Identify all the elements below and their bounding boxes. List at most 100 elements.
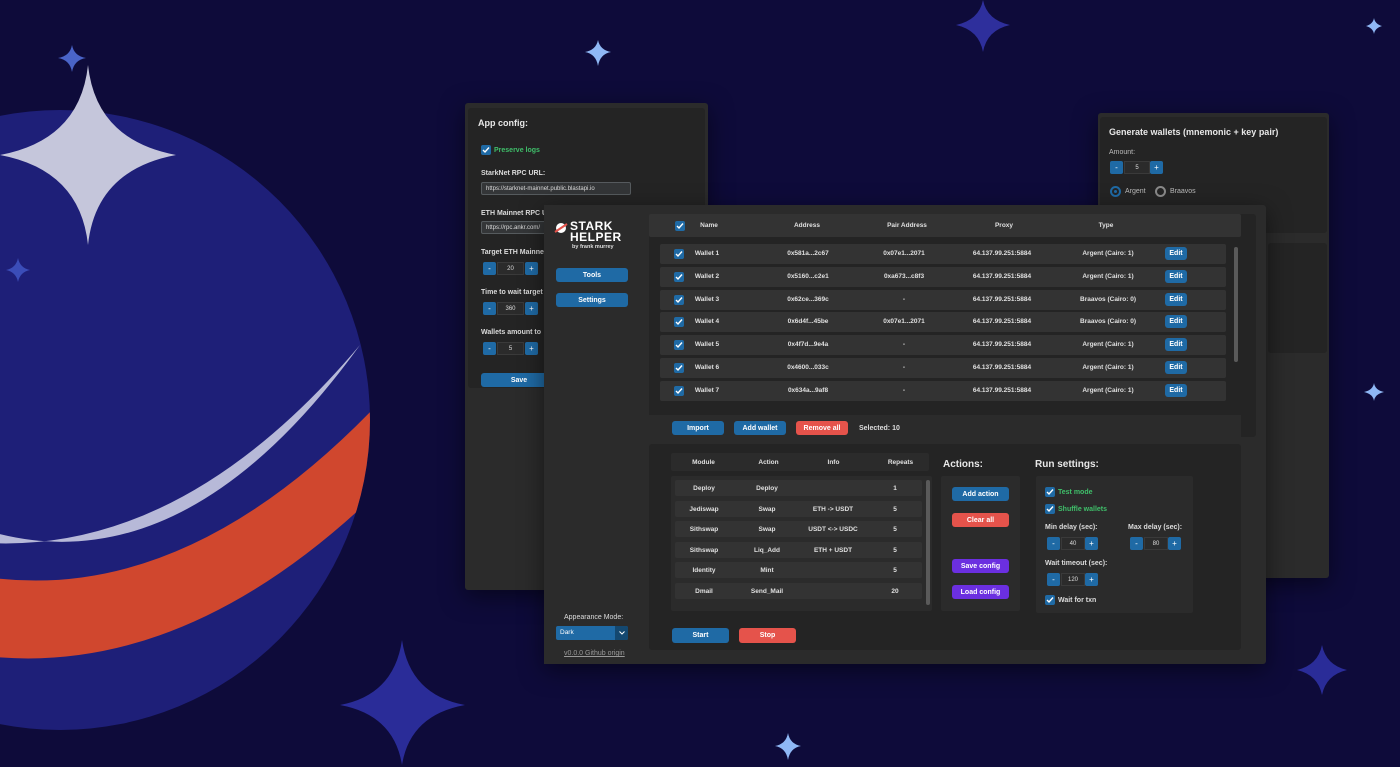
edit-wallet-button[interactable]: Edit xyxy=(1165,292,1187,306)
shuffle-wallets-checkbox[interactable] xyxy=(1045,504,1055,514)
radio-braavos[interactable] xyxy=(1155,186,1166,197)
generate-wallets-lower-panel xyxy=(1268,243,1327,353)
edit-wallet-button[interactable]: Edit xyxy=(1165,338,1187,352)
header-proxy: Proxy xyxy=(994,222,1014,229)
load-config-button[interactable]: Load config xyxy=(952,585,1009,599)
action-info: ETH -> USDT xyxy=(812,505,854,513)
wallet-row[interactable]: Wallet 7 0x634a...9af8 - 64.137.99.251:5884… xyxy=(660,380,1226,401)
time-wait-value[interactable]: 360 xyxy=(497,302,524,315)
edit-wallet-button[interactable]: Edit xyxy=(1165,269,1187,283)
actions-scrollbar[interactable] xyxy=(926,480,930,605)
save-config-button[interactable]: Save config xyxy=(952,559,1009,573)
star-icon xyxy=(1297,645,1347,695)
header-repeats: Repeats xyxy=(887,459,914,466)
wallet-checkbox[interactable] xyxy=(674,249,684,259)
run-settings-panel: Test mode Shuffle wallets Min delay (sec… xyxy=(1036,476,1193,613)
action-row[interactable]: Sithswap Swap USDT <-> USDC 5 xyxy=(675,521,922,538)
shuffle-wallets-label: Shuffle wallets xyxy=(1058,506,1108,513)
starknet-rpc-label: StarkNet RPC URL: xyxy=(481,170,546,177)
max-delay-plus[interactable]: + xyxy=(1168,537,1181,550)
header-module: Module xyxy=(692,459,715,466)
wallet-row[interactable]: Wallet 4 0x6d4f...45be 0x07e1...2071 64.137… xyxy=(660,312,1226,333)
wallets-amount-minus[interactable]: - xyxy=(483,342,496,355)
action-row[interactable]: Dmail Send_Mail 20 xyxy=(675,583,922,599)
logo-line2: HELPER xyxy=(570,230,622,244)
wallet-proxy: 64.137.99.251:5884 xyxy=(972,295,1032,303)
action-row[interactable]: Identity Mint 5 xyxy=(675,562,922,579)
wait-timeout-minus[interactable]: - xyxy=(1047,573,1060,586)
wallets-amount-plus[interactable]: + xyxy=(525,342,538,355)
wallet-row[interactable]: Wallet 3 0x62ce...369c - 64.137.99.251:5884… xyxy=(660,289,1226,310)
wallet-proxy: 64.137.99.251:5884 xyxy=(972,250,1032,257)
edit-wallet-button[interactable]: Edit xyxy=(1165,247,1187,260)
wallet-address: 0x634a...9af8 xyxy=(787,386,829,394)
min-delay-minus[interactable]: - xyxy=(1047,537,1060,550)
import-button[interactable]: Import xyxy=(672,421,724,435)
appearance-select[interactable]: Dark xyxy=(556,626,628,640)
remove-all-button[interactable]: Remove all xyxy=(796,421,848,435)
action-repeats: 5 xyxy=(893,505,897,513)
star-icon xyxy=(1364,383,1384,401)
target-eth-value[interactable]: 20 xyxy=(497,262,524,275)
wait-timeout-value[interactable]: 120 xyxy=(1061,573,1085,586)
target-eth-plus[interactable]: + xyxy=(525,262,538,275)
header-name: Name xyxy=(700,222,718,229)
eth-rpc-input[interactable]: https://rpc.ankr.com/ xyxy=(481,221,551,234)
wallet-checkbox[interactable] xyxy=(674,340,684,351)
amount-minus[interactable]: - xyxy=(1110,161,1123,174)
min-delay-value[interactable]: 40 xyxy=(1061,537,1085,550)
wallet-checkbox[interactable] xyxy=(674,294,684,305)
wait-for-txn-label: Wait for txn xyxy=(1058,597,1097,604)
action-repeats: 1 xyxy=(893,485,897,492)
lower-section: Module Action Info Repeats Deploy Deploy 1… xyxy=(649,444,1241,650)
stop-button[interactable]: Stop xyxy=(739,628,796,643)
app-config-title: App config: xyxy=(478,118,528,128)
amount-value[interactable]: 5 xyxy=(1124,161,1150,174)
wallet-checkbox[interactable] xyxy=(674,317,684,328)
tools-button[interactable]: Tools xyxy=(556,268,628,282)
action-row[interactable]: Sithswap Liq_Add ETH + USDT 5 xyxy=(675,541,922,558)
action-name: Mint xyxy=(760,567,774,575)
edit-wallet-button[interactable]: Edit xyxy=(1165,315,1187,329)
amount-plus[interactable]: + xyxy=(1150,161,1163,174)
time-wait-plus[interactable]: + xyxy=(525,302,538,315)
preserve-logs-checkbox[interactable] xyxy=(481,145,491,155)
add-action-button[interactable]: Add action xyxy=(952,487,1009,501)
start-button[interactable]: Start xyxy=(672,628,729,643)
action-repeats: 5 xyxy=(893,546,897,554)
wallet-row[interactable]: Wallet 6 0x4600...033c - 64.137.99.251:5884… xyxy=(660,358,1226,378)
header-address: Address xyxy=(793,222,820,229)
min-delay-plus[interactable]: + xyxy=(1085,537,1098,550)
wallet-row[interactable]: Wallet 5 0x4f7d...9e4a - 64.137.99.251:5884… xyxy=(660,335,1226,356)
wallets-amount-value[interactable]: 5 xyxy=(497,342,524,355)
wallet-row[interactable]: Wallet 2 0x5160...c2e1 0xa673...c8f3 64.137… xyxy=(660,266,1226,287)
action-name: Swap xyxy=(758,505,776,513)
starknet-rpc-input[interactable]: https://starknet-mainnet.public.blastapi… xyxy=(481,182,631,195)
max-delay-minus[interactable]: - xyxy=(1130,537,1143,550)
actions-title: Actions: xyxy=(943,459,983,470)
time-wait-minus[interactable]: - xyxy=(483,302,496,315)
add-wallet-button[interactable]: Add wallet xyxy=(734,421,786,435)
star-icon xyxy=(775,733,801,760)
wallets-scrollbar[interactable] xyxy=(1234,247,1238,362)
wallet-checkbox[interactable] xyxy=(674,385,684,396)
generate-wallets-title: Generate wallets (mnemonic + key pair) xyxy=(1109,127,1279,137)
test-mode-checkbox[interactable] xyxy=(1045,487,1055,497)
wallet-checkbox[interactable] xyxy=(674,271,684,282)
wait-timeout-plus[interactable]: + xyxy=(1085,573,1098,586)
wallet-row[interactable]: Wallet 1 0x581a...2c67 0x07e1...2071 64.137… xyxy=(660,244,1226,264)
radio-argent[interactable] xyxy=(1110,186,1121,197)
settings-button[interactable]: Settings xyxy=(556,293,628,307)
target-eth-minus[interactable]: - xyxy=(483,262,496,275)
github-link[interactable]: v0.0.0 Github origin xyxy=(564,650,625,657)
edit-wallet-button[interactable]: Edit xyxy=(1165,361,1187,374)
wallet-address: 0x4600...033c xyxy=(787,364,829,371)
max-delay-value[interactable]: 80 xyxy=(1144,537,1168,550)
wallet-checkbox[interactable] xyxy=(674,363,684,373)
edit-wallet-button[interactable]: Edit xyxy=(1165,383,1187,397)
select-all-checkbox[interactable] xyxy=(675,221,685,231)
action-row[interactable]: Deploy Deploy 1 xyxy=(675,480,922,496)
clear-all-button[interactable]: Clear all xyxy=(952,513,1009,527)
action-row[interactable]: Jediswap Swap ETH -> USDT 5 xyxy=(675,500,922,517)
wait-for-txn-checkbox[interactable] xyxy=(1045,595,1055,605)
